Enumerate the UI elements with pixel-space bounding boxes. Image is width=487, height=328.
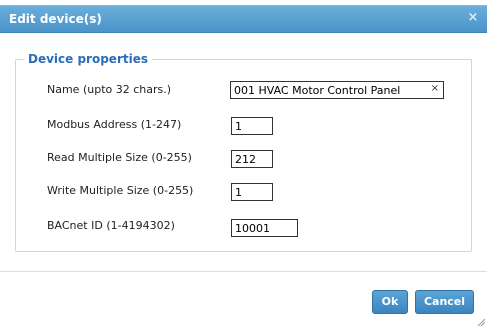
write-multiple-size-label: Write Multiple Size (0-255) <box>47 184 194 197</box>
name-field[interactable]: 001 HVAC Motor Control Panel × <box>230 81 444 99</box>
name-field-value: 001 HVAC Motor Control Panel <box>234 84 401 97</box>
read-multiple-size-field[interactable]: 212 <box>231 150 273 168</box>
modbus-address-field[interactable]: 1 <box>231 117 273 135</box>
dialog-title: Edit device(s) <box>9 12 102 26</box>
bacnet-id-label: BACnet ID (1-4194302) <box>47 219 175 232</box>
device-properties-legend: Device properties <box>28 52 148 66</box>
edit-device-dialog: Edit device(s) × Device properties Name … <box>0 0 487 328</box>
modbus-address-label: Modbus Address (1-247) <box>47 118 182 131</box>
button-bar-divider <box>0 271 487 272</box>
cancel-button[interactable]: Cancel <box>415 290 474 314</box>
resize-handle-icon[interactable] <box>477 318 485 326</box>
bacnet-id-field[interactable]: 10001 <box>231 219 298 237</box>
name-label: Name (upto 32 chars.) <box>47 83 172 96</box>
clear-icon[interactable]: × <box>431 83 439 94</box>
write-multiple-size-field[interactable]: 1 <box>231 183 273 201</box>
dialog-titlebar[interactable]: Edit device(s) × <box>0 5 487 33</box>
ok-button[interactable]: Ok <box>372 290 408 314</box>
read-multiple-size-label: Read Multiple Size (0-255) <box>47 151 192 164</box>
close-icon[interactable]: × <box>465 10 481 26</box>
